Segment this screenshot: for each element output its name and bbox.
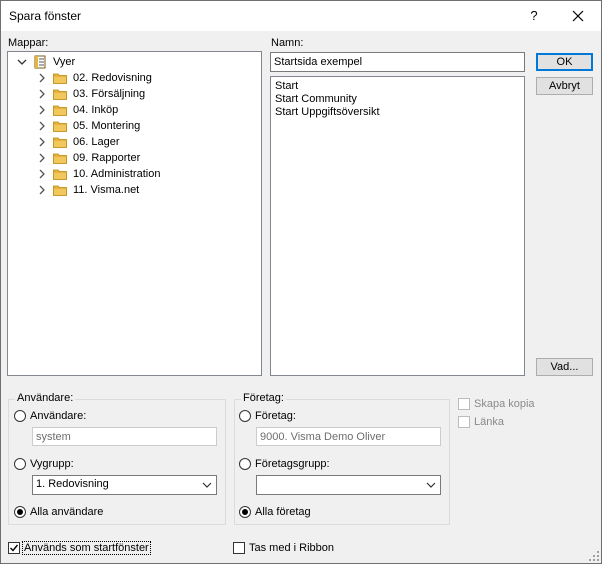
folders-label: Mappar:: [8, 37, 49, 49]
company-radio[interactable]: [239, 410, 251, 422]
tree-folder-item[interactable]: 03. Försäljning: [8, 86, 258, 102]
folder-icon: [53, 89, 67, 100]
chevron-right-icon[interactable]: [37, 105, 47, 115]
folder-icon: [53, 169, 67, 180]
user-radio-label: Användare:: [30, 410, 87, 422]
create-copy-label: Skapa kopia: [474, 398, 535, 410]
tree-folder-item[interactable]: 10. Administration: [8, 166, 258, 182]
companygroup-radio-label: Företagsgrupp:: [255, 458, 330, 470]
chevron-right-icon[interactable]: [37, 73, 47, 83]
all-companies-label: Alla företag: [255, 506, 311, 518]
start-window-checkbox[interactable]: [8, 542, 20, 554]
what-button[interactable]: Vad...: [536, 358, 593, 376]
users-group-title: Användare:: [15, 392, 76, 404]
ribbon-checkbox[interactable]: [233, 542, 245, 554]
create-copy-checkbox[interactable]: [458, 398, 470, 410]
resize-grip-icon[interactable]: [588, 550, 600, 562]
all-companies-radio[interactable]: [239, 506, 251, 518]
user-field[interactable]: system: [32, 427, 217, 446]
tree-root-label: Vyer: [53, 56, 76, 68]
close-icon: [572, 10, 584, 22]
ribbon-label: Tas med i Ribbon: [249, 542, 334, 554]
dialog-title: Spara fönster: [9, 9, 82, 23]
title-bar: Spara fönster ?: [1, 1, 601, 31]
viewgroup-value: 1. Redovisning: [36, 478, 109, 490]
chevron-down-icon[interactable]: [17, 57, 27, 67]
user-radio[interactable]: [14, 410, 26, 422]
chevron-right-icon[interactable]: [37, 185, 47, 195]
viewgroup-radio[interactable]: [14, 458, 26, 470]
help-button[interactable]: ?: [520, 1, 548, 31]
chevron-right-icon[interactable]: [37, 121, 47, 131]
tree-folder-item[interactable]: 02. Redovisning: [8, 70, 258, 86]
companygroup-dropdown[interactable]: [256, 475, 441, 495]
tree-folder-label: 02. Redovisning: [73, 72, 152, 84]
folder-icon: [53, 121, 67, 132]
tree-folder-label: 06. Lager: [73, 136, 120, 148]
tree-folder-item[interactable]: 09. Rapporter: [8, 150, 258, 166]
company-radio-label: Företag:: [255, 410, 296, 422]
viewgroup-radio-label: Vygrupp:: [30, 458, 74, 470]
chevron-down-icon: [202, 482, 212, 488]
cancel-button[interactable]: Avbryt: [536, 77, 593, 95]
name-list[interactable]: Start Start Community Start Uppgiftsöver…: [270, 76, 525, 376]
companygroup-radio[interactable]: [239, 458, 251, 470]
folder-icon: [53, 153, 67, 164]
save-window-dialog: Spara fönster ? Mappar: Vyer 02. Redovis: [0, 0, 602, 564]
list-item[interactable]: Start: [275, 80, 298, 93]
link-label: Länka: [474, 416, 504, 428]
tree-folder-label: 11. Visma.net: [73, 184, 140, 196]
folder-icon: [53, 105, 67, 116]
start-window-label: Används som startfönster: [22, 541, 151, 555]
checkmark-icon: [10, 544, 19, 552]
folder-icon: [53, 73, 67, 84]
all-users-label: Alla användare: [30, 506, 104, 518]
views-icon: [34, 55, 46, 69]
tree-folder-item[interactable]: 11. Visma.net: [8, 182, 258, 198]
all-users-radio[interactable]: [14, 506, 26, 518]
ok-button[interactable]: OK: [536, 53, 593, 71]
tree-folder-label: 04. Inköp: [73, 104, 119, 116]
folder-icon: [53, 185, 67, 196]
list-item[interactable]: Start Uppgiftsöversikt: [275, 106, 380, 119]
close-button[interactable]: [563, 1, 593, 31]
chevron-right-icon[interactable]: [37, 137, 47, 147]
chevron-right-icon[interactable]: [37, 89, 47, 99]
company-field[interactable]: 9000. Visma Demo Oliver: [256, 427, 441, 446]
tree-folder-label: 05. Montering: [73, 120, 141, 132]
viewgroup-dropdown[interactable]: 1. Redovisning: [32, 475, 217, 495]
folder-tree[interactable]: Vyer 02. Redovisning 03. Försäljning 04. I…: [7, 51, 262, 376]
link-checkbox[interactable]: [458, 416, 470, 428]
tree-folder-item[interactable]: 04. Inköp: [8, 102, 258, 118]
name-input[interactable]: Startsida exempel: [270, 52, 525, 72]
tree-folder-label: 09. Rapporter: [73, 152, 141, 164]
folder-icon: [53, 137, 67, 148]
tree-folder-label: 10. Administration: [73, 168, 161, 180]
company-group-title: Företag:: [241, 392, 286, 404]
list-item[interactable]: Start Community: [275, 93, 357, 106]
tree-folder-item[interactable]: 06. Lager: [8, 134, 258, 150]
chevron-right-icon[interactable]: [37, 153, 47, 163]
tree-root[interactable]: Vyer: [8, 54, 258, 70]
tree-folder-label: 03. Försäljning: [73, 88, 146, 100]
chevron-down-icon: [426, 482, 436, 488]
chevron-right-icon[interactable]: [37, 169, 47, 179]
tree-folder-item[interactable]: 05. Montering: [8, 118, 258, 134]
name-label: Namn:: [271, 37, 304, 49]
